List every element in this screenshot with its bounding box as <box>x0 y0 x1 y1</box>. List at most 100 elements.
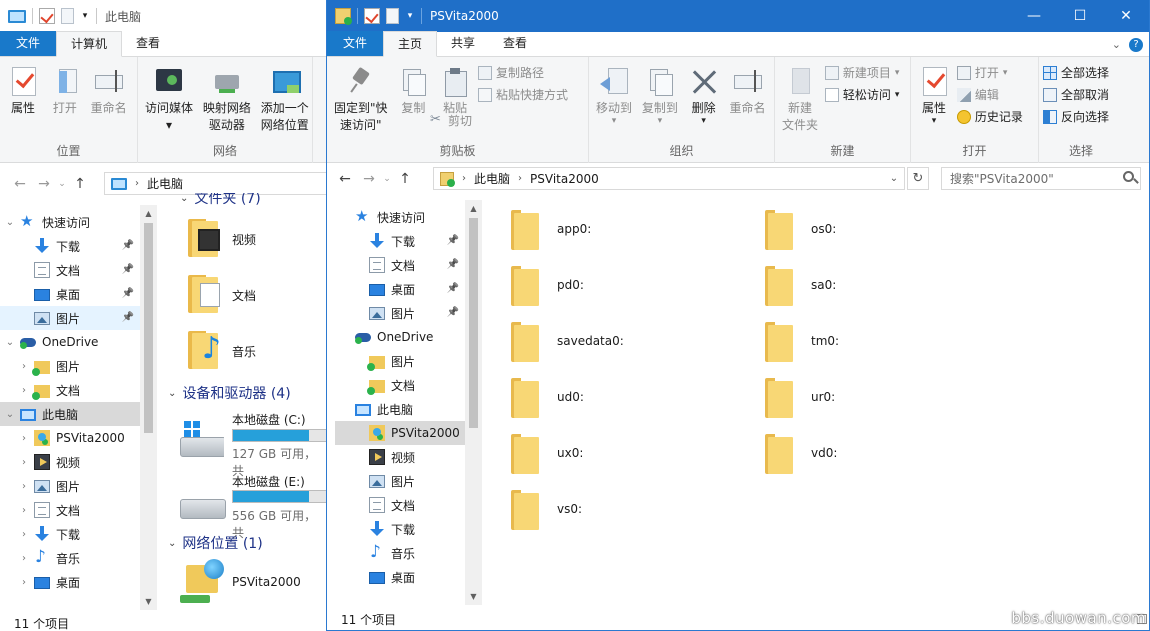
expand-chevron-icon[interactable]: ⌄ <box>4 409 16 420</box>
breadcrumb-psvita[interactable]: PSVita2000 <box>530 172 599 186</box>
select-all-button[interactable]: 全部选择 <box>1043 63 1109 82</box>
easy-access-button[interactable]: 轻松访问 ▾ <box>824 85 899 104</box>
customize-toolbar-icon[interactable]: ▾ <box>80 8 90 24</box>
back-button[interactable]: ← <box>8 176 32 192</box>
expand-chevron-icon[interactable]: ⌄ <box>4 337 16 348</box>
tab-view[interactable]: 查看 <box>489 31 541 56</box>
copy-path-button[interactable]: 复制路径 <box>478 63 568 82</box>
access-media-button[interactable]: 访问媒体 ▾ <box>142 61 196 134</box>
expand-ribbon-icon[interactable]: ⌄ <box>1112 38 1121 52</box>
forward-button[interactable]: → <box>357 171 381 187</box>
nav-item[interactable]: › 桌面 <box>0 570 140 594</box>
delete-button[interactable]: 删除 ▾ <box>685 61 723 126</box>
paste-shortcut-button[interactable]: 粘贴快捷方式 <box>478 85 568 104</box>
nav-item[interactable]: › 视频 <box>0 450 140 474</box>
expand-chevron-icon[interactable]: › <box>18 529 30 540</box>
scroll-thumb[interactable] <box>469 218 478 428</box>
recent-locations-button[interactable]: ⌄ <box>56 179 68 189</box>
expand-chevron-icon[interactable]: › <box>18 385 30 396</box>
folder-label[interactable]: app0: <box>557 222 591 236</box>
section-header-network[interactable]: ⌄ 网络位置 (1) <box>168 533 263 553</box>
close-button[interactable]: ✕ <box>1103 0 1149 32</box>
nav-item[interactable]: 此电脑 <box>335 397 465 421</box>
nav-item[interactable]: 图片 <box>335 469 465 493</box>
history-button[interactable]: 历史记录 <box>956 107 1023 126</box>
nav-item[interactable]: 桌面 📌 <box>335 277 465 301</box>
folder-icon[interactable] <box>765 210 793 250</box>
nav-item[interactable]: 下载 📌 <box>335 229 465 253</box>
search-input[interactable]: 搜索"PSVita2000" <box>941 167 1141 190</box>
open-button[interactable]: 打开 ▾ <box>956 63 1023 82</box>
scroll-up-arrow[interactable]: ▲ <box>465 200 482 217</box>
nav-item[interactable]: ⌄ 快速访问 <box>0 210 140 234</box>
folder-icon[interactable] <box>765 378 793 418</box>
expand-chevron-icon[interactable]: ⌄ <box>4 217 16 228</box>
nav-pane-scrollbar[interactable]: ▲ ▼ <box>465 200 482 605</box>
expand-chevron-icon[interactable]: › <box>18 481 30 492</box>
properties-icon[interactable] <box>364 8 380 24</box>
folder-icon[interactable] <box>511 434 539 474</box>
invert-selection-button[interactable]: 反向选择 <box>1043 107 1109 126</box>
properties-icon[interactable] <box>39 8 55 24</box>
network-location-label[interactable]: PSVita2000 <box>232 575 301 589</box>
up-button[interactable]: ↑ <box>68 176 92 192</box>
add-network-location-button[interactable]: 添加一个 网络位置 <box>258 61 312 134</box>
new-folder-icon[interactable] <box>61 8 74 24</box>
folder-icon[interactable] <box>765 434 793 474</box>
nav-item[interactable]: › PSVita2000 <box>0 426 140 450</box>
nav-item[interactable]: 文档 <box>335 493 465 517</box>
nav-pane-scrollbar[interactable]: ▲ ▼ <box>140 205 157 610</box>
nav-item[interactable]: 快速访问 <box>335 205 465 229</box>
address-history-dropdown[interactable]: ⌄ <box>884 168 904 189</box>
customize-toolbar-icon[interactable]: ▾ <box>405 8 415 24</box>
folder-label[interactable]: ux0: <box>557 446 583 460</box>
breadcrumb-this-pc[interactable]: 此电脑 <box>147 175 183 192</box>
folder-label[interactable]: vs0: <box>557 502 582 516</box>
folder-icon[interactable] <box>765 266 793 306</box>
select-none-button[interactable]: 全部取消 <box>1043 85 1109 104</box>
maximize-button[interactable]: ☐ <box>1057 0 1103 32</box>
refresh-button[interactable]: ↻ <box>907 167 929 190</box>
nav-item[interactable]: 下载 📌 <box>0 234 140 258</box>
tab-view[interactable]: 查看 <box>122 31 174 56</box>
folder-label[interactable]: os0: <box>811 222 836 236</box>
help-icon[interactable]: ? <box>1129 38 1143 52</box>
expand-chevron-icon[interactable]: › <box>18 553 30 564</box>
expand-chevron-icon[interactable]: › <box>18 361 30 372</box>
section-header-folders[interactable]: ⌄ 文件夹 (7) <box>180 193 261 208</box>
folder-label[interactable]: tm0: <box>811 334 839 348</box>
folder-label[interactable]: pd0: <box>557 278 584 292</box>
folder-icon[interactable] <box>511 210 539 250</box>
folder-icon[interactable] <box>511 266 539 306</box>
edit-button[interactable]: 编辑 <box>956 85 1023 104</box>
nav-item[interactable]: › 文档 <box>0 498 140 522</box>
nav-item[interactable]: › 下载 <box>0 522 140 546</box>
recent-locations-button[interactable]: ⌄ <box>381 174 393 184</box>
copy-to-button[interactable]: 复制到 ▾ <box>639 61 681 126</box>
address-bar[interactable]: › 此电脑 › PSVita2000 ⌄ <box>433 167 905 190</box>
folder-icon[interactable] <box>765 322 793 362</box>
nav-item[interactable]: ⌄ 此电脑 <box>0 402 140 426</box>
folder-label[interactable]: sa0: <box>811 278 836 292</box>
nav-item[interactable]: 文档 <box>335 373 465 397</box>
expand-chevron-icon[interactable]: › <box>18 577 30 588</box>
nav-item[interactable]: 文档 📌 <box>0 258 140 282</box>
nav-item[interactable]: 视频 <box>335 445 465 469</box>
scroll-thumb[interactable] <box>144 223 153 433</box>
title-bar[interactable]: ▾ PSVita2000 — ☐ ✕ <box>327 0 1149 32</box>
pin-to-quick-access-button[interactable]: 固定到"快 速访问" <box>331 61 391 134</box>
folder-label[interactable]: savedata0: <box>557 334 624 348</box>
back-button[interactable]: ← <box>333 171 357 187</box>
nav-item[interactable]: 下载 <box>335 517 465 541</box>
scroll-up-arrow[interactable]: ▲ <box>140 205 157 222</box>
nav-item[interactable]: 文档 📌 <box>335 253 465 277</box>
properties-button[interactable]: 属性 ▾ <box>915 61 953 126</box>
expand-chevron-icon[interactable]: › <box>18 505 30 516</box>
folder-icon[interactable] <box>511 322 539 362</box>
nav-item[interactable]: PSVita2000 <box>335 421 465 445</box>
properties-button[interactable]: 属性 <box>4 61 42 117</box>
drive-e-name[interactable]: 本地磁盘 (E:) <box>232 473 305 490</box>
scroll-down-arrow[interactable]: ▼ <box>140 593 157 610</box>
folder-label[interactable]: 文档 <box>232 287 256 304</box>
map-network-drive-button[interactable]: 映射网络 驱动器 <box>200 61 254 134</box>
